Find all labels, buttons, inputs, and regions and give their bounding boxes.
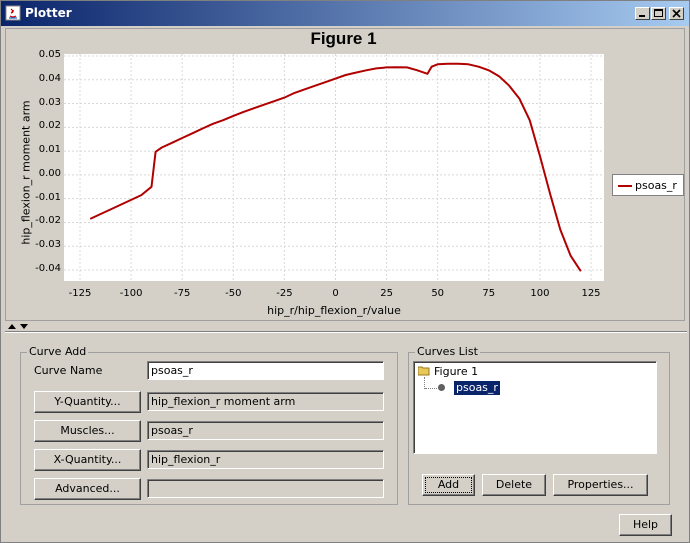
tree-connector: [425, 388, 437, 390]
maximize-button[interactable]: [651, 7, 666, 20]
x-tick-label: 25: [380, 288, 393, 299]
x-tick-label: -75: [174, 288, 191, 299]
x-quantity-field: hip_flexion_r: [147, 450, 384, 469]
muscles-field: psoas_r: [147, 421, 384, 440]
advanced-button[interactable]: Advanced...: [34, 478, 141, 500]
split-pane-arrows[interactable]: [6, 322, 30, 330]
close-icon: [672, 9, 681, 18]
curve-node-icon: [438, 384, 445, 391]
split-divider[interactable]: [5, 331, 687, 333]
legend-swatch: [618, 185, 632, 187]
curve-name-input[interactable]: psoas_r: [147, 361, 384, 380]
tree-root-figure[interactable]: Figure 1: [434, 365, 478, 378]
title-bar[interactable]: Plotter: [1, 1, 689, 26]
add-button[interactable]: Add: [422, 474, 475, 496]
y-axis-label: hip_flexion_r moment arm: [19, 100, 33, 245]
curves-tree[interactable]: Figure 1 psoas_r: [413, 361, 657, 454]
x-tick-label: 0: [332, 288, 339, 299]
x-quantity-button[interactable]: X-Quantity...: [34, 449, 141, 471]
folder-open-icon: [418, 366, 430, 376]
advanced-field: [147, 479, 384, 498]
y-tick-label: 0.04: [38, 72, 61, 84]
help-button[interactable]: Help: [619, 514, 672, 536]
legend-label: psoas_r: [635, 179, 677, 192]
collapse-up-icon: [8, 324, 16, 329]
x-tick-label: -125: [68, 288, 92, 299]
x-axis-label: hip_r/hip_flexion_r/value: [267, 304, 401, 317]
x-tick-label: -25: [276, 288, 293, 299]
figure-title: Figure 1: [310, 29, 377, 48]
muscles-button[interactable]: Muscles...: [34, 420, 141, 442]
curve-name-label: Curve Name: [34, 364, 103, 377]
window-title: Plotter: [25, 6, 72, 20]
x-tick-label: 50: [431, 288, 445, 299]
minimize-button[interactable]: [635, 7, 650, 20]
curves-list-group-label: Curves List: [415, 345, 480, 358]
maximize-icon: [654, 9, 663, 17]
x-tick-label: 100: [530, 288, 550, 299]
y-tick-label: 0.05: [38, 49, 61, 60]
expand-down-icon: [20, 324, 28, 329]
chart-legend: psoas_r: [612, 174, 684, 196]
chart-svg: [64, 54, 604, 281]
properties-button[interactable]: Properties...: [553, 474, 648, 496]
y-quantity-field: hip_flexion_r moment arm: [147, 392, 384, 411]
y-tick-label: -0.04: [35, 263, 61, 274]
delete-button[interactable]: Delete: [482, 474, 546, 496]
curve-add-group-label: Curve Add: [27, 345, 89, 358]
java-icon: [5, 5, 21, 21]
minimize-icon: [639, 15, 645, 17]
y-quantity-button[interactable]: Y-Quantity...: [34, 391, 141, 413]
plot-area[interactable]: [64, 54, 604, 281]
x-tick-label: 125: [581, 288, 601, 299]
x-tick-label: 75: [482, 288, 496, 299]
x-tick-label: -100: [119, 288, 143, 299]
x-tick-label: -50: [225, 288, 242, 299]
tree-item-psoas-r[interactable]: psoas_r: [454, 381, 500, 395]
plotter-window: Plotter Figure 1 0.05 0.04 0.03 0.02 0.01 0.0…: [0, 0, 690, 543]
close-button[interactable]: [669, 7, 684, 20]
